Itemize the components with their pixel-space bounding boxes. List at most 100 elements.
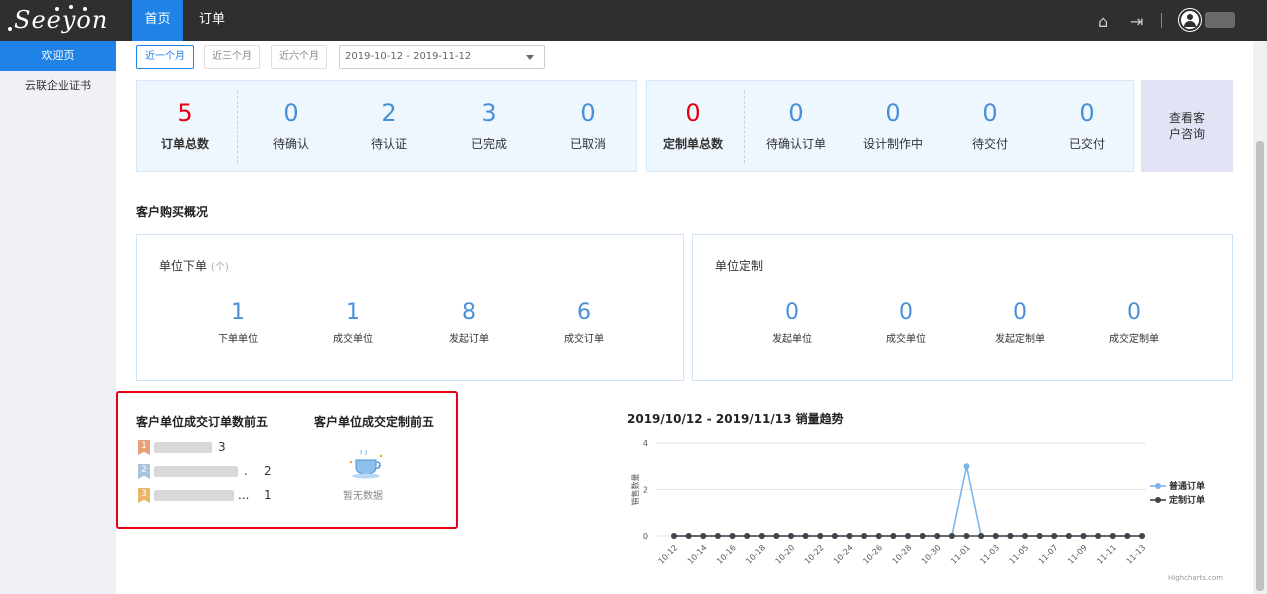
- data-point: [978, 533, 985, 539]
- divider: [237, 91, 238, 163]
- data-point: [758, 533, 765, 539]
- company-name-blurred: [154, 442, 212, 453]
- legend-marker: [1155, 497, 1161, 503]
- stat-initiated-custom[interactable]: 0 发起定制单: [970, 302, 1070, 346]
- stat-pending-confirm[interactable]: 0 待确认: [251, 101, 331, 152]
- data-point: [1007, 533, 1014, 539]
- username-blurred[interactable]: [1205, 12, 1235, 28]
- stat-label: 待认证: [370, 137, 407, 151]
- stat-pending-confirm-order[interactable]: 0 待确认订单: [751, 101, 841, 152]
- x-tick-label: 10-16: [715, 543, 738, 566]
- home-icon[interactable]: ⌂: [1098, 12, 1108, 31]
- section-title-purchase: 客户购买概况: [136, 205, 209, 219]
- data-point: [1080, 533, 1087, 539]
- unit-orders-card: 单位下单 (个) 1 下单单位 1 成交单位 8 发起订单 6 成交订单: [136, 234, 684, 381]
- series-line: [674, 466, 1142, 537]
- legend-label: 定制订单: [1168, 494, 1205, 506]
- rank-value: 2: [264, 464, 272, 478]
- stat-label: 成交定制单: [1109, 334, 1159, 345]
- x-tick-label: 10-26: [861, 543, 884, 566]
- y-axis-label: 销售数量: [630, 474, 640, 506]
- company-name-blurred: [154, 466, 238, 477]
- consult-label-line2: 户咨询: [1168, 127, 1205, 141]
- vertical-scrollbar[interactable]: [1253, 41, 1267, 594]
- sidebar-item-certificate[interactable]: 云联企业证书: [0, 71, 116, 101]
- stat-custom-total[interactable]: 0 定制单总数: [653, 101, 733, 152]
- stat-value: 1: [346, 300, 360, 325]
- stat-pending-delivery[interactable]: 0 待交付: [950, 101, 1030, 152]
- order-stats-panel: 5 订单总数 0 待确认 2 待认证 3 已完成 0 已取消: [136, 80, 637, 172]
- card-title: 单位定制: [715, 259, 764, 273]
- stat-initiated-orders[interactable]: 8 发起订单: [419, 300, 519, 346]
- date-range-select[interactable]: 2019-10-12 - 2019-11-12: [339, 45, 545, 69]
- chart-credit[interactable]: Highcharts.com: [1168, 574, 1223, 582]
- stat-value: 0: [283, 99, 299, 127]
- data-point: [919, 533, 926, 539]
- data-point: [788, 533, 794, 539]
- data-point: [963, 463, 970, 470]
- data-point: [685, 533, 692, 539]
- consult-label-line1: 查看客: [1168, 111, 1205, 125]
- stat-label: 已交付: [1068, 137, 1105, 151]
- stat-cancelled[interactable]: 0 已取消: [548, 101, 628, 152]
- customer-consult-button[interactable]: 查看客 户咨询: [1141, 80, 1233, 172]
- stat-value: 0: [1079, 99, 1095, 127]
- x-tick-label: 10-24: [832, 543, 855, 566]
- data-point: [714, 533, 721, 539]
- name-truncation: .: [244, 464, 248, 478]
- stat-label: 成交单位: [886, 334, 926, 345]
- scrollbar-thumb[interactable]: [1256, 141, 1264, 591]
- seeyon-logo[interactable]: Seeyon: [8, 5, 118, 36]
- sidebar-item-welcome[interactable]: 欢迎页: [0, 41, 116, 71]
- legend-marker: [1155, 483, 1161, 489]
- stat-label: 订单总数: [160, 137, 209, 151]
- stat-deal-custom[interactable]: 0 成交定制单: [1084, 302, 1184, 346]
- top5-custom-title: 客户单位成交定制前五: [314, 415, 435, 429]
- filter-1-month-button[interactable]: 近一个月: [136, 45, 194, 69]
- stat-deal-orders[interactable]: 6 成交订单: [534, 300, 634, 346]
- rank-row-3[interactable]: 3 ... 1: [138, 487, 278, 505]
- company-name-blurred: [154, 490, 234, 501]
- data-point: [1036, 533, 1043, 539]
- data-point: [831, 533, 838, 539]
- stat-value: 0: [885, 99, 901, 127]
- stat-value: 1: [231, 300, 245, 325]
- stat-delivered[interactable]: 0 已交付: [1047, 101, 1127, 152]
- name-truncation: ...: [238, 488, 250, 502]
- user-avatar-icon[interactable]: [1179, 9, 1201, 31]
- data-point: [817, 533, 824, 539]
- divider: [1161, 13, 1162, 28]
- stat-completed[interactable]: 3 已完成: [449, 101, 529, 152]
- y-tick-label: 4: [643, 439, 648, 448]
- top-navigation-bar: Seeyon 首页 订单 ⌂ ⇥: [0, 0, 1267, 41]
- card-title: 单位下单 (个): [159, 257, 229, 274]
- stat-value: 6: [577, 300, 591, 325]
- filter-6-month-button[interactable]: 近六个月: [271, 45, 327, 69]
- stat-value: 8: [462, 300, 476, 325]
- data-point: [948, 533, 955, 539]
- stat-order-total[interactable]: 5 订单总数: [145, 101, 225, 152]
- stat-value: 0: [788, 99, 804, 127]
- stat-initiating-units[interactable]: 0 发起单位: [742, 302, 842, 346]
- stat-value: 3: [481, 99, 497, 127]
- sidebar: 欢迎页 云联企业证书: [0, 41, 116, 594]
- stat-deal-units[interactable]: 0 成交单位: [856, 302, 956, 346]
- x-tick-label: 10-20: [774, 543, 797, 566]
- data-point: [1022, 533, 1028, 539]
- unit-custom-card: 单位定制 0 发起单位 0 成交单位 0 发起定制单 0 成交定制单: [692, 234, 1233, 381]
- x-tick-label: 11-03: [978, 543, 1001, 566]
- y-tick-label: 2: [643, 486, 648, 495]
- data-point: [934, 533, 941, 539]
- stat-ordering-units[interactable]: 1 下单单位: [188, 300, 288, 346]
- stat-pending-cert[interactable]: 2 待认证: [349, 101, 429, 152]
- tab-home[interactable]: 首页: [132, 0, 183, 41]
- logout-icon[interactable]: ⇥: [1130, 12, 1143, 31]
- stat-label: 发起定制单: [995, 334, 1045, 345]
- rank-row-2[interactable]: 2 . 2: [138, 463, 278, 481]
- filter-3-month-button[interactable]: 近三个月: [204, 45, 260, 69]
- stat-deal-units[interactable]: 1 成交单位: [303, 300, 403, 346]
- x-tick-label: 11-09: [1066, 543, 1089, 566]
- rank-row-1[interactable]: 1 3: [138, 439, 278, 457]
- tab-orders[interactable]: 订单: [190, 0, 234, 41]
- stat-in-production[interactable]: 0 设计制作中: [848, 101, 938, 152]
